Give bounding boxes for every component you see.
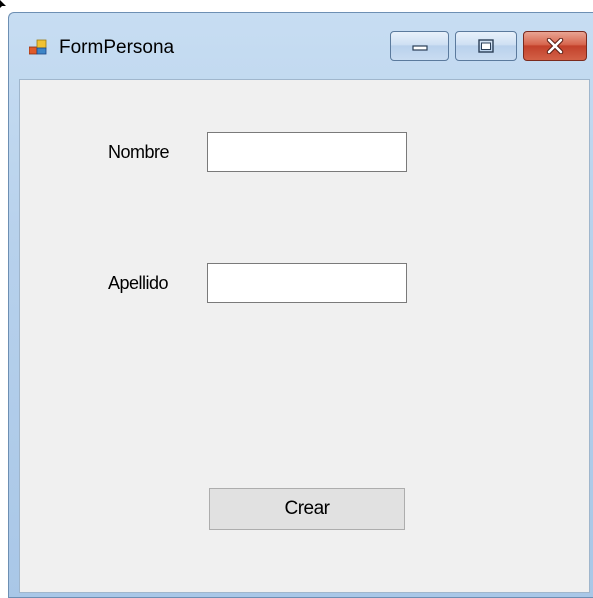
app-form-icon	[29, 39, 47, 55]
maximize-icon	[478, 39, 494, 53]
form-window: FormPersona Nombre Apellido Crear	[8, 12, 593, 598]
maximize-button[interactable]	[455, 31, 517, 61]
mouse-cursor-icon	[0, 0, 6, 8]
title-bar[interactable]: FormPersona	[9, 13, 593, 79]
crear-button[interactable]: Crear	[209, 488, 405, 530]
apellido-input[interactable]	[207, 263, 407, 303]
minimize-button[interactable]	[390, 31, 449, 61]
close-button[interactable]	[523, 31, 587, 61]
nombre-input[interactable]	[207, 132, 407, 172]
nombre-label: Nombre	[108, 142, 170, 162]
minimize-icon	[411, 45, 428, 51]
close-icon	[546, 38, 564, 54]
apellido-label: Apellido	[108, 273, 169, 293]
window-title: FormPersona	[59, 37, 175, 58]
form-client-area: Nombre Apellido Crear	[19, 79, 590, 593]
